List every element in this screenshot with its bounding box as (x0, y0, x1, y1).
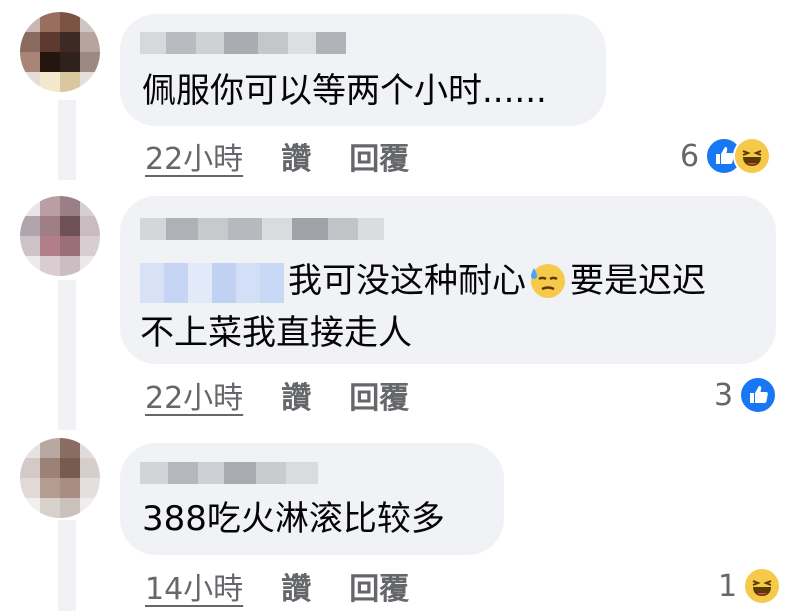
reaction-summary[interactable]: 6 (680, 134, 772, 178)
thread-line (58, 100, 76, 180)
comment-actions: 22小時 讚 回覆 (145, 134, 409, 178)
like-button[interactable]: 讚 (281, 564, 311, 608)
reaction-count: 3 (714, 377, 734, 413)
comment-text: 我可没这种耐心 要是迟迟 (140, 254, 706, 308)
timestamp-link[interactable]: 22小時 (145, 373, 243, 417)
reaction-count: 1 (718, 568, 738, 604)
reaction-summary[interactable]: 3 (714, 373, 778, 417)
comment-text-line2: 不上菜我直接走人 (140, 313, 412, 353)
avatar[interactable] (20, 196, 100, 276)
comment-text: 佩服你可以等两个小时...... (142, 71, 547, 111)
thread-line (58, 280, 76, 430)
author-name-blurred[interactable] (140, 462, 318, 484)
reply-button[interactable]: 回覆 (349, 564, 409, 608)
timestamp-link[interactable]: 22小時 (145, 134, 243, 178)
comment-text: 388吃火淋滚比较多 (142, 499, 445, 539)
reaction-summary[interactable]: 1 (718, 564, 782, 608)
reply-button[interactable]: 回覆 (349, 373, 409, 417)
comment-actions: 22小時 讚 回覆 (145, 373, 409, 417)
avatar[interactable] (20, 438, 100, 518)
comment-text-part: 要是迟迟 (570, 261, 706, 301)
like-reaction-icon (739, 376, 778, 414)
haha-reaction-icon (743, 567, 782, 605)
author-name-blurred[interactable] (140, 32, 346, 54)
comment-actions: 14小時 讚 回覆 (145, 564, 409, 608)
timestamp-link[interactable]: 14小時 (145, 564, 243, 608)
like-button[interactable]: 讚 (281, 134, 311, 178)
reply-button[interactable]: 回覆 (349, 134, 409, 178)
sweat-emoji-icon (531, 264, 565, 298)
comment-text-part: 我可没这种耐心 (288, 261, 526, 301)
haha-reaction-icon (733, 137, 772, 175)
avatar[interactable] (20, 12, 100, 92)
reaction-count: 6 (680, 138, 700, 174)
author-name-blurred[interactable] (140, 218, 384, 240)
like-button[interactable]: 讚 (281, 373, 311, 417)
mention-blurred[interactable] (140, 262, 284, 303)
thread-line (58, 520, 76, 611)
